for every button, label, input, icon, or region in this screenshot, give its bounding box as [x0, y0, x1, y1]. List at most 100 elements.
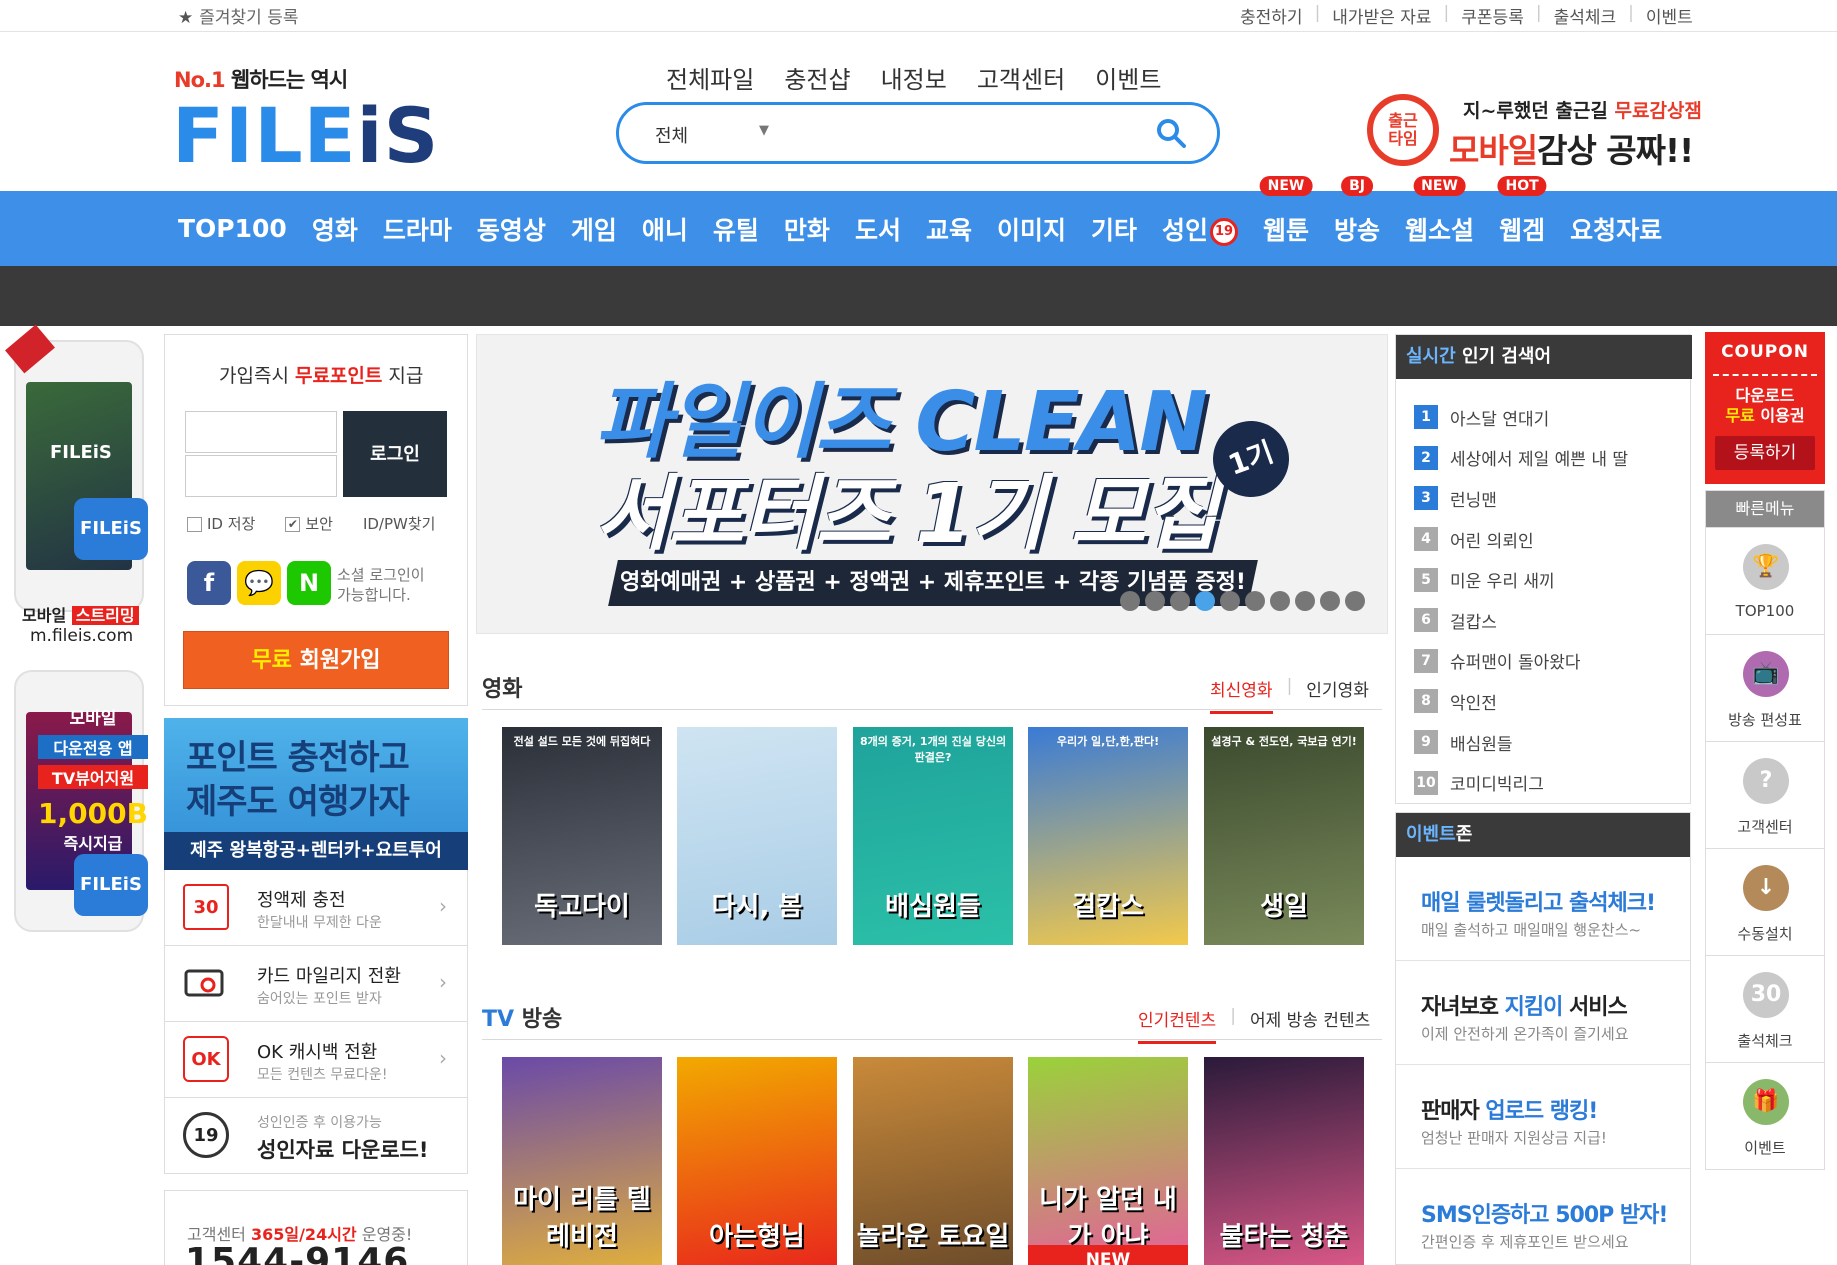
carousel-dot[interactable]: [1220, 591, 1240, 611]
ranking-item[interactable]: 5 미운 우리 새끼: [1414, 559, 1628, 600]
fileis-app-icon: FILEiS: [74, 854, 148, 916]
secure-login-checkbox[interactable]: ✔ 보안: [285, 513, 333, 534]
mobile-url[interactable]: m.fileis.com: [30, 626, 133, 646]
naver-icon[interactable]: N: [287, 561, 331, 605]
poster-card[interactable]: 마이 리틀 텔레비전: [502, 1057, 662, 1265]
event-child-protection[interactable]: 자녀보호 지킴이 서비스 이제 안전하게 온가족이 즐기세요: [1396, 961, 1690, 1065]
poster-card[interactable]: 8개의 증거, 1개의 진실 당신의 판결은? 배심원들: [853, 727, 1013, 945]
carousel-dot[interactable]: [1170, 591, 1190, 611]
category-item[interactable]: 방송 BJ: [1334, 175, 1380, 247]
quick-menu-item[interactable]: ↓ 수동설치: [1706, 848, 1824, 955]
category-item[interactable]: 만화: [784, 211, 830, 247]
mobile-streaming-ad[interactable]: FILEiS FILEiS: [14, 340, 148, 612]
adult-download-banner[interactable]: 19 성인인증 후 이용가능 성인자료 다운로드!: [164, 1098, 468, 1174]
category-item[interactable]: 성인 19: [1162, 211, 1239, 247]
main-promo-banner[interactable]: 파일이즈 CLEAN 서포터즈 1기 모집 1기 영화예매권 + 상품권 + 정…: [476, 334, 1388, 634]
carousel-dot[interactable]: [1145, 591, 1165, 611]
search-input[interactable]: [799, 115, 1139, 151]
chevron-down-icon[interactable]: ▼: [759, 123, 769, 138]
category-item[interactable]: 도서: [855, 211, 901, 247]
kakao-icon[interactable]: 💬: [237, 561, 281, 605]
carousel-dot[interactable]: [1195, 591, 1215, 611]
jeju-travel-banner[interactable]: 포인트 충전하고 제주도 여행가자 제주 왕복항공+렌터카+요트투어: [164, 718, 468, 870]
ranking-item[interactable]: 10 코미디빅리그: [1414, 762, 1628, 803]
category-item[interactable]: 이미지: [997, 211, 1066, 247]
service-ok-cashbag[interactable]: OK OK 캐시백 전환 모든 컨텐츠 무료다운! ›: [164, 1022, 468, 1098]
ranking-item[interactable]: 8 악인전: [1414, 681, 1628, 722]
category-item[interactable]: TOP100: [178, 214, 287, 243]
category-item[interactable]: 웹툰 NEW: [1259, 175, 1313, 247]
carousel-dot[interactable]: [1295, 591, 1315, 611]
nav-event[interactable]: 이벤트: [1095, 60, 1161, 95]
site-logo[interactable]: FILEiS: [172, 96, 439, 176]
quick-menu-item[interactable]: 🎁 이벤트: [1706, 1062, 1824, 1169]
search-scope-select[interactable]: 전체: [655, 122, 688, 148]
search-icon[interactable]: [1155, 117, 1187, 149]
header-ad-banner[interactable]: 출근 타임 지~루했던 출근길 무료감상잼 모바일감상 공짜!!: [1367, 92, 1702, 172]
mobile-download-app-ad[interactable]: 모바일 다운전용 앱 TV뷰어지원 1,000B 즉시지급 FILEiS: [14, 670, 148, 932]
find-id-pw-link[interactable]: ID/PW찾기: [363, 513, 436, 534]
category-item[interactable]: 영화: [312, 211, 358, 247]
category-item[interactable]: 유틸: [713, 211, 759, 247]
poster-card[interactable]: 우리가 일,단,한,판다! 걸캅스: [1028, 727, 1188, 945]
ranking-item[interactable]: 2 세상에서 제일 예쁜 내 딸: [1414, 438, 1628, 479]
quick-menu-item[interactable]: 30 출석체크: [1706, 955, 1824, 1062]
event-sms-auth[interactable]: SMS인증하고 500P 받자! 간편인증 후 제휴포인트 받으세요: [1396, 1169, 1690, 1264]
quick-menu-item[interactable]: ? 고객센터: [1706, 741, 1824, 848]
nav-all-files[interactable]: 전체파일: [666, 60, 754, 95]
category-item[interactable]: 요청자료: [1570, 211, 1662, 247]
category-item[interactable]: 웹소설 NEW: [1405, 175, 1474, 247]
join-button[interactable]: 무료 회원가입: [183, 631, 449, 689]
bookmark-link[interactable]: ★ 즐겨찾기 등록: [178, 3, 299, 28]
quick-menu-item[interactable]: 📺 방송 편성표: [1706, 634, 1824, 741]
poster-card[interactable]: 불타는 청춘: [1204, 1057, 1364, 1265]
carousel-dot[interactable]: [1320, 591, 1340, 611]
ranking-item[interactable]: 4 어린 의뢰인: [1414, 519, 1628, 560]
poster-card[interactable]: 놀라운 토요일: [853, 1057, 1013, 1265]
top-link-event[interactable]: 이벤트: [1634, 3, 1705, 28]
category-item[interactable]: 웹겜 HOT: [1497, 175, 1547, 247]
category-item[interactable]: 드라마: [383, 211, 452, 247]
ranking-item[interactable]: 1 아스달 연대기: [1414, 397, 1628, 438]
quick-menu-item[interactable]: 🏆 TOP100: [1706, 527, 1824, 634]
nav-customer-center[interactable]: 고객센터: [977, 60, 1065, 95]
carousel-dot[interactable]: [1345, 591, 1365, 611]
service-card-mileage[interactable]: 카드 마일리지 전환 숨어있는 포인트 받자 ›: [164, 946, 468, 1022]
poster-card[interactable]: 전설 설드 모든 것에 뒤집혀다 독고다이: [502, 727, 662, 945]
poster-card[interactable]: 니가 알던 내가 아냐 NEW: [1028, 1057, 1188, 1265]
poster-card[interactable]: 설경구 & 전도연, 국보급 연기! 생일: [1204, 727, 1364, 945]
ranking-item[interactable]: 3 런닝맨: [1414, 478, 1628, 519]
top-link-attendance[interactable]: 출석체크: [1542, 3, 1629, 28]
nav-my-info[interactable]: 내정보: [881, 60, 947, 95]
password-field[interactable]: [185, 455, 337, 497]
ranking-item[interactable]: 9 배심원들: [1414, 722, 1628, 763]
category-item[interactable]: 동영상: [477, 211, 546, 247]
event-upload-ranking[interactable]: 판매자 업로드 랭킹! 엄청난 판매자 지원상금 지급!: [1396, 1065, 1690, 1169]
carousel-dot[interactable]: [1270, 591, 1290, 611]
top-link-coupon[interactable]: 쿠폰등록: [1449, 3, 1536, 28]
user-id-field[interactable]: [185, 411, 337, 453]
ranking-item[interactable]: 6 걸캅스: [1414, 600, 1628, 641]
top-link-downloads[interactable]: 내가받은 자료: [1320, 3, 1443, 28]
chevron-right-icon: ›: [439, 894, 447, 918]
login-button[interactable]: 로그인: [343, 411, 447, 497]
category-item[interactable]: 게임: [571, 211, 617, 247]
save-id-checkbox[interactable]: ID 저장: [187, 513, 255, 534]
star-icon: ★: [178, 8, 194, 28]
service-flat-rate[interactable]: 30 정액제 충전 한달내내 무제한 다운 ›: [164, 870, 468, 946]
facebook-icon[interactable]: f: [187, 561, 231, 605]
carousel-dot[interactable]: [1245, 591, 1265, 611]
category-item[interactable]: 교육: [926, 211, 972, 247]
event-roulette[interactable]: 매일 룰렛돌리고 출석체크! 매일 출석하고 매일매일 행운찬스~: [1396, 857, 1690, 961]
carousel-dot[interactable]: [1120, 591, 1140, 611]
poster-title: 아는형님: [709, 1222, 805, 1252]
ranking-item[interactable]: 7 슈퍼맨이 돌아왔다: [1414, 641, 1628, 682]
category-item[interactable]: 기타: [1091, 211, 1137, 247]
poster-card[interactable]: 다시, 봄: [677, 727, 837, 945]
poster-title: 놀라운 토요일: [856, 1222, 1010, 1252]
coupon-register-button[interactable]: 등록하기: [1715, 436, 1815, 470]
top-link-charge[interactable]: 충전하기: [1228, 3, 1315, 28]
poster-card[interactable]: 아는형님: [677, 1057, 837, 1265]
nav-charge-shop[interactable]: 충전샵: [784, 60, 850, 95]
category-item[interactable]: 애니: [642, 211, 688, 247]
